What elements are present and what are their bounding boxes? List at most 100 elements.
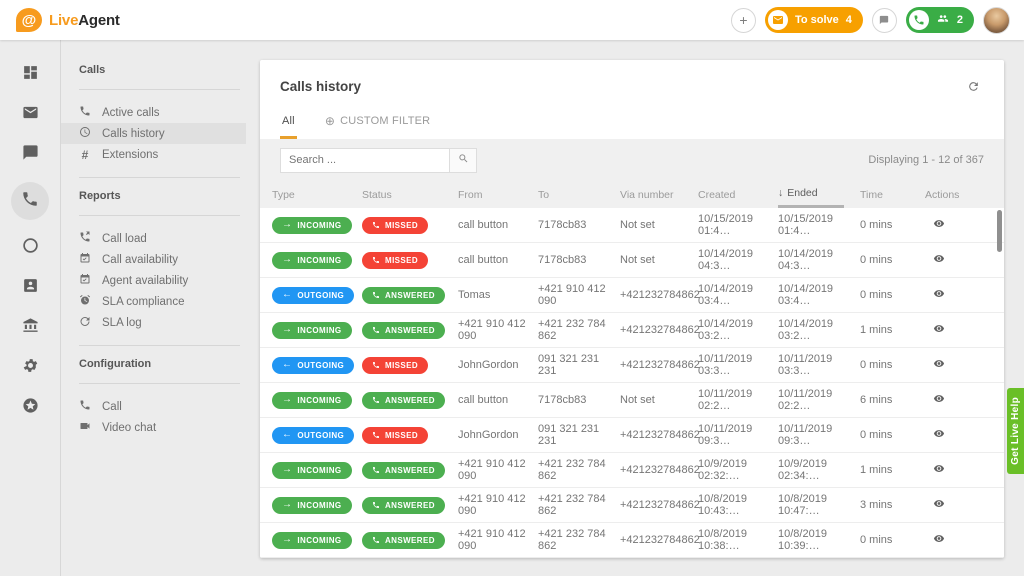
sidebar-item-label: Call load: [102, 233, 147, 245]
table-row[interactable]: ←OUTGOINGMISSEDJohnGordon091 321 231 231…: [260, 348, 1004, 383]
sidebar-item-active-calls[interactable]: Active calls: [61, 102, 246, 123]
get-live-help-button[interactable]: Get Live Help: [1007, 388, 1024, 474]
column-header-to[interactable]: To: [538, 189, 620, 201]
ended-cell: 10/9/2019 02:34:…: [778, 458, 860, 482]
table-row[interactable]: →INCOMINGANSWERED+421 910 412 090+421 23…: [260, 488, 1004, 523]
user-avatar[interactable]: [983, 7, 1010, 34]
table-row[interactable]: →INCOMINGANSWERED+421 910 412 090+421 23…: [260, 453, 1004, 488]
calls-history-card: Calls history All⊕CUSTOM FILTER Displayi…: [260, 60, 1004, 558]
table-scrollbar[interactable]: [997, 210, 1002, 252]
table-row[interactable]: →INCOMINGMISSEDcall button7178cb83Not se…: [260, 208, 1004, 243]
phone-status-button[interactable]: 2: [906, 7, 974, 33]
table-row[interactable]: ←OUTGOINGANSWEREDTomas+421 910 412 090+4…: [260, 278, 1004, 313]
incoming-badge: →INCOMING: [272, 252, 352, 269]
sidebar-item-call-availability[interactable]: Call availability: [61, 249, 246, 270]
outgoing-badge: ←OUTGOING: [272, 287, 354, 304]
to-solve-button[interactable]: To solve 4: [765, 7, 863, 33]
sidebar-item-call-load[interactable]: Call load: [61, 228, 246, 249]
column-header-status[interactable]: Status: [362, 189, 458, 201]
sidebar-item-agent-availability[interactable]: Agent availability: [61, 270, 246, 291]
badge-label: MISSED: [385, 221, 418, 230]
people-icon: [936, 13, 950, 27]
rail-item-phone[interactable]: [11, 182, 49, 220]
column-header-ended[interactable]: ↓Ended: [778, 181, 860, 208]
tab-custom-filter[interactable]: ⊕CUSTOM FILTER: [323, 106, 432, 139]
arrow-left-icon: ←: [282, 430, 292, 440]
rail-item-chat[interactable]: [13, 142, 47, 167]
view-call-button[interactable]: [931, 498, 947, 512]
chat-status-button[interactable]: [872, 8, 897, 33]
column-header-actions[interactable]: Actions: [925, 189, 1004, 201]
sidebar-item-calls-history[interactable]: Calls history: [61, 123, 246, 144]
tab-label: CUSTOM FILTER: [340, 115, 430, 127]
refresh-icon: [967, 80, 980, 97]
via-number-cell: Not set: [620, 254, 698, 266]
table-toolbar: Displaying 1 - 12 of 367: [260, 139, 1004, 181]
badge-label: INCOMING: [297, 396, 341, 405]
column-header-time[interactable]: Time: [860, 189, 925, 201]
rail-item-contact-card[interactable]: [13, 275, 47, 300]
to-solve-label: To solve: [795, 14, 839, 26]
contact-card-icon: [22, 277, 39, 299]
view-call-button[interactable]: [931, 323, 947, 337]
table-row[interactable]: ←OUTGOINGMISSEDJohnGordon091 321 231 231…: [260, 418, 1004, 453]
calendar-check-icon: [79, 252, 91, 267]
sidebar-item-label: SLA log: [102, 317, 142, 329]
view-call-button[interactable]: [931, 428, 947, 442]
rail-item-mail[interactable]: [13, 102, 47, 127]
eye-icon: [931, 218, 947, 232]
column-header-created[interactable]: Created: [698, 189, 778, 201]
table-row[interactable]: →INCOMINGANSWERED+421 910 412 090+421 23…: [260, 523, 1004, 558]
table-row[interactable]: →INCOMINGANSWERED+421 910 412 090+421 23…: [260, 313, 1004, 348]
badge-label: ANSWERED: [385, 466, 435, 475]
rail-item-gear[interactable]: [13, 355, 47, 380]
sidebar-divider: [79, 89, 240, 90]
view-call-button[interactable]: [931, 358, 947, 372]
sidebar-item-video-chat[interactable]: Video chat: [61, 417, 246, 438]
view-call-button[interactable]: [931, 253, 947, 267]
sidebar-item-label: Active calls: [102, 107, 160, 119]
search-icon: [458, 151, 469, 169]
sidebar-item-sla-compliance[interactable]: SLA compliance: [61, 291, 246, 312]
sidebar-item-label: Video chat: [102, 422, 156, 434]
column-header-from[interactable]: From: [458, 189, 538, 201]
badge-label: OUTGOING: [297, 361, 344, 370]
rail-item-star-circle[interactable]: [13, 395, 47, 420]
ended-cell: 10/14/2019 03:4…: [778, 283, 860, 307]
ring-icon: [22, 237, 39, 259]
rail-item-bank[interactable]: [13, 315, 47, 340]
arrow-right-icon: →: [282, 255, 292, 265]
search-button[interactable]: [450, 148, 477, 173]
column-header-type[interactable]: Type: [272, 189, 362, 201]
phone-icon: [372, 466, 380, 474]
alarm-icon: [79, 294, 91, 309]
sidebar-item-extensions[interactable]: #Extensions: [61, 144, 246, 165]
view-call-button[interactable]: [931, 288, 947, 302]
sidebar-divider: [79, 215, 240, 216]
search-input[interactable]: [280, 148, 450, 173]
sidebar-item-sla-log[interactable]: SLA log: [61, 312, 246, 333]
rail-item-ring[interactable]: [13, 235, 47, 260]
created-cell: 10/11/2019 03:3…: [698, 353, 778, 377]
view-call-button[interactable]: [931, 463, 947, 477]
sidebar-item-call[interactable]: Call: [61, 396, 246, 417]
arrow-right-icon: →: [282, 325, 292, 335]
incoming-badge: →INCOMING: [272, 462, 352, 479]
phone-icon: [372, 256, 380, 264]
time-cell: 0 mins: [860, 289, 925, 301]
time-cell: 0 mins: [860, 534, 925, 546]
table-row[interactable]: →INCOMINGANSWEREDcall button7178cb83Not …: [260, 383, 1004, 418]
column-header-via-number[interactable]: Via number: [620, 189, 698, 201]
view-call-button[interactable]: [931, 393, 947, 407]
phone-icon: [372, 431, 380, 439]
arrow-right-icon: →: [282, 535, 292, 545]
table-row[interactable]: →INCOMINGMISSEDcall button7178cb83Not se…: [260, 243, 1004, 278]
missed-badge: MISSED: [362, 427, 428, 444]
tab-all[interactable]: All: [280, 106, 297, 139]
view-call-button[interactable]: [931, 218, 947, 232]
rail-item-dashboard-grid[interactable]: [13, 62, 47, 87]
view-call-button[interactable]: [931, 533, 947, 547]
add-new-button[interactable]: +: [731, 8, 756, 33]
phone-icon: [79, 399, 91, 414]
refresh-button[interactable]: [967, 80, 980, 98]
